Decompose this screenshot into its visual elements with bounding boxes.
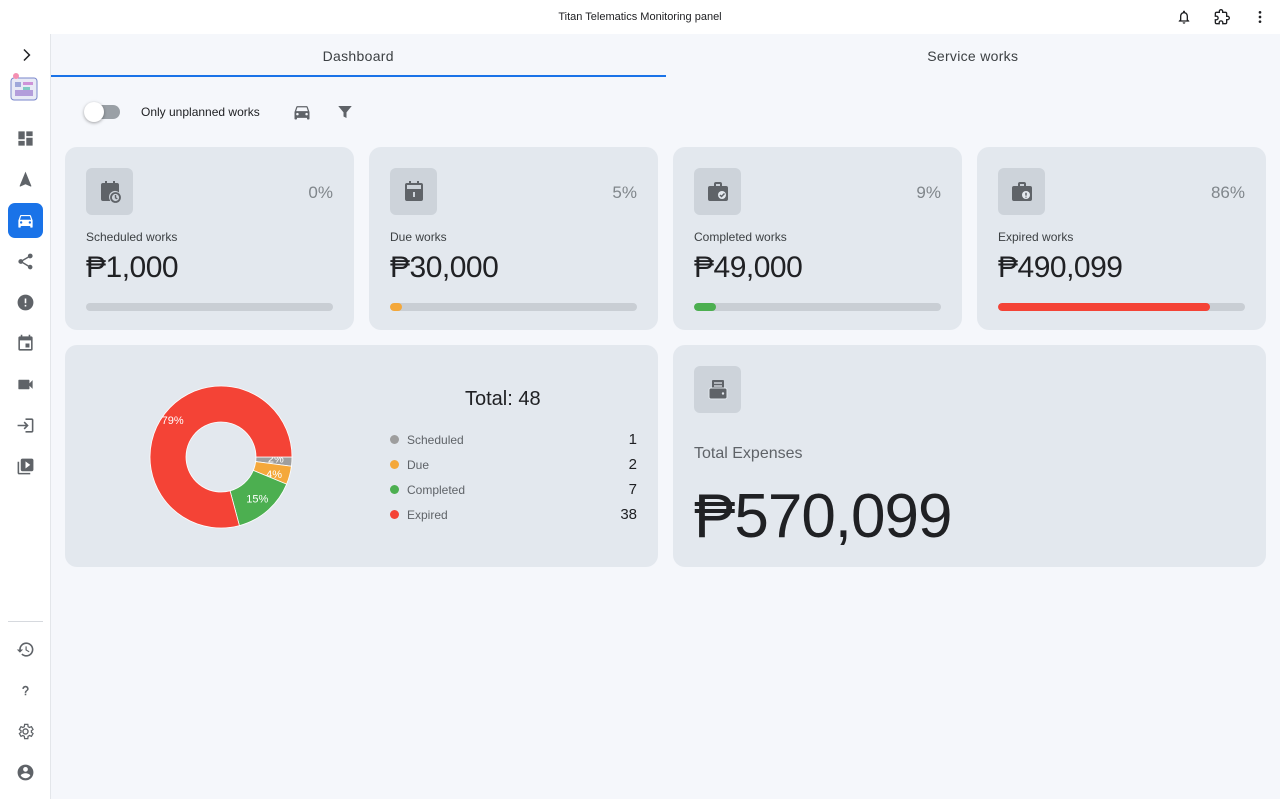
car-icon[interactable] — [290, 100, 314, 124]
legend-value: 1 — [628, 431, 637, 448]
legend-row-due: Due 2 — [390, 452, 637, 477]
alert-icon[interactable] — [8, 285, 43, 320]
legend-dot — [390, 435, 399, 444]
dashboard-icon[interactable] — [8, 121, 43, 156]
works-donut-chart: 2%4%15%79% — [149, 385, 293, 529]
donut-label-expired: 79% — [162, 415, 184, 427]
scheduled-label: Scheduled works — [86, 230, 178, 244]
car-icon[interactable] — [8, 203, 43, 238]
legend-row-expired: Expired 38 — [390, 502, 637, 527]
legend-value: 2 — [628, 456, 637, 473]
login-icon[interactable] — [8, 408, 43, 443]
total-count: Total: 48 — [465, 388, 541, 410]
scheduled-progress-bar — [86, 303, 333, 311]
calendar-clock-icon — [86, 168, 133, 215]
works-breakdown-card: 2% 4% 15% 79% Total: 48 Scheduled 1 Due 2 C… — [65, 345, 658, 567]
due-works-card[interactable]: 5% Due works ₱30,000 — [369, 147, 658, 330]
briefcase-alert-icon — [998, 168, 1045, 215]
sidebar-divider — [8, 621, 43, 622]
completed-works-card[interactable]: 9% Completed works ₱49,000 — [673, 147, 962, 330]
donut-label-completed: 15% — [246, 493, 268, 505]
progress-fill — [998, 303, 1211, 311]
filter-row: Only unplanned works — [84, 98, 376, 126]
completed-amount: ₱49,000 — [694, 251, 803, 284]
due-label: Due works — [390, 230, 447, 244]
sidebar — [0, 34, 51, 799]
expired-works-card[interactable]: 86% Expired works ₱490,099 — [977, 147, 1266, 330]
briefcase-check-icon — [694, 168, 741, 215]
tab-dashboard[interactable]: Dashboard — [51, 34, 666, 77]
help-icon[interactable] — [8, 673, 43, 708]
completed-progress-bar — [694, 303, 941, 311]
bell-icon[interactable] — [1172, 5, 1196, 29]
window-title: Titan Telematics Monitoring panel — [558, 11, 722, 23]
legend-row-completed: Completed 7 — [390, 477, 637, 502]
chevron-right-icon[interactable] — [8, 37, 43, 72]
legend-name: Scheduled — [407, 432, 464, 447]
app-logo-icon — [7, 70, 43, 106]
legend-name: Expired — [407, 507, 448, 522]
legend-dot — [390, 460, 399, 469]
chart-legend: Scheduled 1 Due 2 Completed 7 Expired 38 — [390, 427, 637, 527]
history-icon[interactable] — [8, 632, 43, 667]
tab-bar: Dashboard Service works — [51, 34, 1280, 77]
scheduled-percent: 0% — [308, 183, 333, 202]
legend-name: Completed — [407, 482, 466, 497]
receipt-wallet-icon — [694, 366, 741, 413]
total-expenses-card: Total Expenses ₱570,099 — [673, 345, 1266, 567]
legend-value: 7 — [628, 481, 637, 498]
scheduled-works-card[interactable]: 0% Scheduled works ₱1,000 — [65, 147, 354, 330]
legend-dot — [390, 510, 399, 519]
settings-icon[interactable] — [8, 714, 43, 749]
completed-percent: 9% — [916, 183, 941, 202]
topbar-actions — [1172, 0, 1272, 34]
toggle-knob — [84, 102, 104, 122]
navigation-icon[interactable] — [8, 162, 43, 197]
calendar-due-icon — [390, 168, 437, 215]
account-icon[interactable] — [8, 755, 43, 790]
completed-label: Completed works — [694, 230, 787, 244]
videocam-icon[interactable] — [8, 367, 43, 402]
top-bar: Titan Telematics Monitoring panel — [0, 0, 1280, 34]
unplanned-works-toggle[interactable] — [84, 102, 120, 122]
legend-name: Due — [407, 457, 430, 472]
legend-row-scheduled: Scheduled 1 — [390, 427, 637, 452]
extension-icon[interactable] — [1210, 5, 1234, 29]
filter-icon[interactable] — [333, 100, 357, 124]
more-vert-icon[interactable] — [1248, 5, 1272, 29]
progress-fill — [694, 303, 717, 311]
calendar-icon[interactable] — [8, 326, 43, 361]
video-library-icon[interactable] — [8, 449, 43, 484]
scheduled-amount: ₱1,000 — [86, 251, 179, 284]
expired-amount: ₱490,099 — [998, 251, 1123, 284]
progress-fill — [390, 303, 403, 311]
due-progress-bar — [390, 303, 637, 311]
expenses-label: Total Expenses — [694, 445, 803, 462]
unplanned-works-label: Only unplanned works — [141, 105, 260, 119]
legend-dot — [390, 485, 399, 494]
due-percent: 5% — [612, 183, 637, 202]
share-icon[interactable] — [8, 244, 43, 279]
due-amount: ₱30,000 — [390, 251, 499, 284]
expired-label: Expired works — [998, 230, 1074, 244]
legend-value: 38 — [620, 506, 637, 523]
expired-progress-bar — [998, 303, 1245, 311]
expired-percent: 86% — [1210, 183, 1245, 202]
tab-service-works[interactable]: Service works — [666, 34, 1280, 77]
expenses-amount: ₱570,099 — [694, 482, 952, 551]
